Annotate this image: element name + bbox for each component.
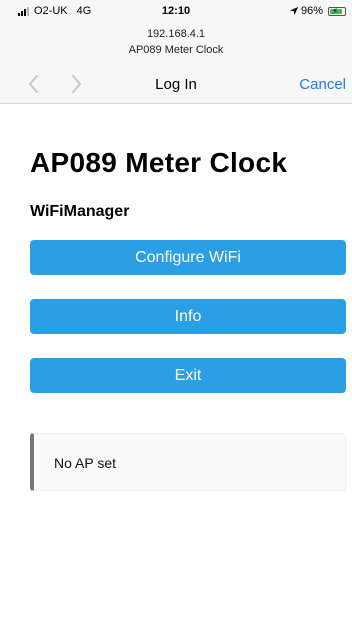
url-host[interactable]: 192.168.4.1	[0, 28, 352, 40]
page-content: AP089 Meter Clock WiFiManager Configure …	[0, 105, 352, 625]
status-message: No AP set	[54, 455, 117, 471]
info-button[interactable]: Info	[30, 299, 346, 334]
browser-chrome: O2-UK 4G 12:10 96% ⚡ 192.168.4.1 AP089 M…	[0, 0, 352, 104]
url-page-title: AP089 Meter Clock	[128, 44, 224, 56]
battery-percent: 96%	[300, 5, 323, 17]
battery-charging-icon: ⚡	[328, 6, 346, 16]
page-title: AP089 Meter Clock	[30, 147, 288, 178]
exit-button[interactable]: Exit	[30, 358, 346, 393]
nav-bar: Log In Cancel	[0, 64, 352, 104]
configure-wifi-button[interactable]: Configure WiFi	[30, 240, 346, 275]
status-right: 96% ⚡	[289, 5, 346, 17]
location-arrow-icon	[289, 7, 298, 15]
status-message-box: No AP set	[30, 433, 346, 491]
page-subtitle: WiFiManager	[30, 203, 130, 220]
cancel-button[interactable]: Cancel	[299, 76, 346, 93]
status-bar: O2-UK 4G 12:10 96% ⚡	[0, 0, 352, 22]
